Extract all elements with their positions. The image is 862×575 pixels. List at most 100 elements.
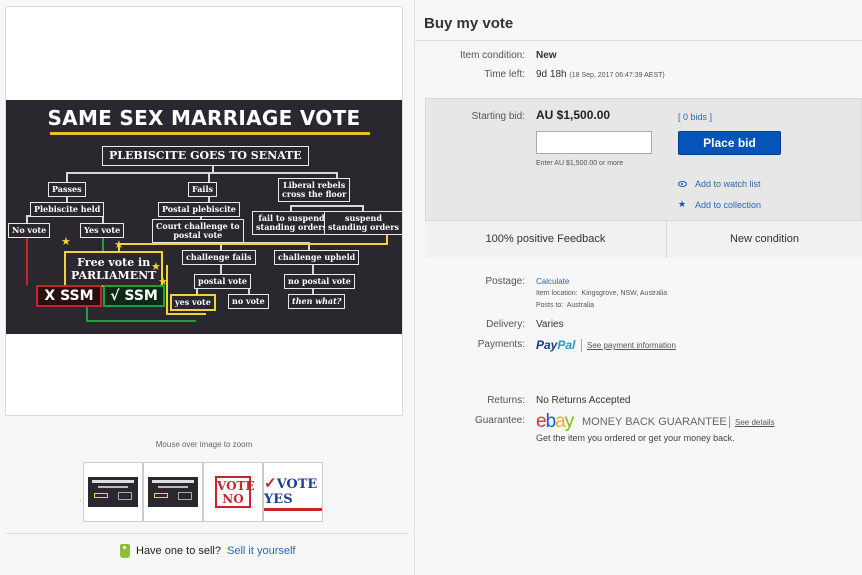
flowchart-title-underline bbox=[50, 132, 370, 135]
main-image-frame[interactable]: SAME SEX MARRIAGE VOTE PLEBISCITE GOES T… bbox=[5, 6, 403, 416]
box-senate: PLEBISCITE GOES TO SENATE bbox=[102, 146, 309, 166]
vote-yes-logo: ✓VOTE YES bbox=[264, 474, 322, 511]
box-free-vote: Free vote in PARLIAMENT bbox=[64, 251, 164, 287]
paypal-logo: PayPal bbox=[536, 338, 575, 352]
box-liberal-rebels-line2: cross the floor bbox=[282, 189, 347, 199]
box-postal-vote: postal vote bbox=[194, 274, 251, 289]
paypal-logo-part1: Pay bbox=[536, 338, 558, 352]
thumbnail-1-image bbox=[88, 477, 138, 507]
star-icon: ★ bbox=[114, 239, 124, 251]
flowchart-image[interactable]: SAME SEX MARRIAGE VOTE PLEBISCITE GOES T… bbox=[6, 100, 402, 334]
condition-label: Item condition: bbox=[459, 50, 525, 61]
add-to-collection-link[interactable]: ★ Add to collection bbox=[678, 199, 761, 210]
thumb-nav-dot: . bbox=[79, 493, 82, 503]
path-highlight bbox=[118, 243, 386, 245]
starting-bid-price: AU $1,500.00 bbox=[536, 108, 611, 122]
box-passes: Passes bbox=[48, 182, 86, 197]
delivery-value: Varies bbox=[536, 319, 564, 330]
box-challenge-upheld: challenge upheld bbox=[274, 250, 360, 265]
connector bbox=[208, 172, 210, 182]
add-to-watch-list-link[interactable]: Add to watch list bbox=[678, 179, 761, 189]
connector bbox=[66, 172, 338, 174]
positive-feedback: 100% positive Feedback bbox=[485, 233, 606, 245]
payment-information-link[interactable]: See payment information bbox=[587, 341, 676, 350]
box-yes-vote: Yes vote bbox=[80, 223, 125, 238]
bid-hint: Enter AU $1,500.00 or more bbox=[536, 160, 624, 167]
money-back-guarantee: MONEY BACK GUARANTEE bbox=[582, 416, 727, 428]
item-title: Buy my vote bbox=[424, 15, 514, 32]
condition-value: New bbox=[536, 50, 557, 61]
box-fails: Fails bbox=[188, 182, 218, 197]
star-icon: ★ bbox=[158, 276, 168, 288]
box-free-vote-line1: Free vote in bbox=[77, 256, 151, 269]
sell-prompt-row: Have one to sell? Sell it yourself bbox=[120, 544, 295, 558]
box-check-ssm: √ SSM bbox=[103, 285, 165, 307]
connector bbox=[66, 172, 68, 182]
box-postal-plebiscite: Postal plebiscite bbox=[158, 202, 240, 217]
add-to-collection-label: Add to collection bbox=[695, 199, 762, 210]
place-bid-button[interactable]: Place bid bbox=[678, 131, 781, 155]
thumbnail-4[interactable]: ✓VOTE YES bbox=[263, 462, 323, 522]
posts-to: Posts to: Australia bbox=[536, 302, 594, 309]
item-location: Item location: Kingsgrove, NSW, Australi… bbox=[536, 290, 667, 297]
time-left-value: 9d 18h (18 Sep, 2017 06:47:39 AEST) bbox=[536, 69, 665, 80]
ebay-logo: ebay bbox=[536, 411, 574, 433]
box-then-what: then what? bbox=[288, 294, 346, 309]
box-yes-vote-small: yes vote bbox=[170, 294, 216, 311]
thumbnail-strip: VOTE NO ✓VOTE YES bbox=[83, 462, 323, 522]
guarantee-description: Get the item you ordered or get your mon… bbox=[536, 433, 735, 443]
path-yes bbox=[86, 320, 196, 322]
flowchart-title: SAME SEX MARRIAGE VOTE bbox=[47, 106, 361, 130]
box-challenge-fails: challenge fails bbox=[182, 250, 256, 265]
time-left-remaining: 9d 18h bbox=[536, 69, 567, 80]
see-details-link[interactable]: See details bbox=[735, 418, 775, 427]
time-left-detail: (18 Sep, 2017 06:47:39 AEST) bbox=[569, 72, 665, 79]
box-fail-suspend-line2: standing orders bbox=[256, 222, 327, 232]
box-free-vote-line2: PARLIAMENT bbox=[71, 269, 157, 282]
box-x-ssm: X SSM bbox=[36, 285, 102, 307]
connector bbox=[26, 215, 28, 223]
box-no-postal-vote: no postal vote bbox=[284, 274, 355, 289]
sell-prompt: Have one to sell? bbox=[136, 545, 221, 557]
posts-to-value: Australia bbox=[566, 302, 594, 309]
payment-separator bbox=[581, 339, 582, 352]
ebay-logo-e: e bbox=[536, 411, 547, 432]
guarantee-separator bbox=[729, 416, 730, 428]
zoom-hint: Mouse over image to zoom bbox=[155, 440, 253, 449]
delivery-label: Delivery: bbox=[486, 319, 525, 330]
box-suspend-line2: standing orders bbox=[328, 222, 399, 232]
thumbnail-2[interactable] bbox=[143, 462, 203, 522]
ebay-logo-y: y bbox=[564, 411, 574, 432]
box-no-vote: No vote bbox=[8, 223, 51, 238]
box-liberal-rebels: Liberal rebels cross the floor bbox=[278, 178, 351, 202]
box-court-challenge-line2: postal vote bbox=[173, 230, 223, 240]
postage-label: Postage: bbox=[485, 276, 525, 287]
star-icon: ★ bbox=[61, 236, 71, 248]
vote-no-stamp: VOTE NO bbox=[215, 476, 255, 508]
vote-no-line2: NO bbox=[222, 492, 244, 506]
thumbnail-1[interactable] bbox=[83, 462, 143, 522]
returns-label: Returns: bbox=[487, 395, 525, 406]
returns-value: No Returns Accepted bbox=[536, 395, 631, 406]
eye-icon bbox=[678, 181, 687, 187]
bid-amount-input[interactable] bbox=[536, 131, 652, 154]
posts-to-label: Posts to: bbox=[536, 302, 564, 309]
box-no-vote-small: no vote bbox=[228, 294, 269, 309]
item-location-value: Kingsgrove, NSW, Australia bbox=[581, 290, 668, 297]
box-court-challenge: Court challenge to postal vote bbox=[152, 219, 244, 243]
bids-count-link[interactable]: [ 0 bids ] bbox=[678, 112, 712, 122]
postage-calculate-link[interactable]: Calculate bbox=[536, 277, 569, 286]
star-icon: ★ bbox=[151, 261, 161, 273]
time-left-label: Time left: bbox=[484, 69, 525, 80]
sell-it-yourself-link[interactable]: Sell it yourself bbox=[227, 545, 295, 557]
path-no bbox=[26, 233, 28, 285]
path-yes bbox=[86, 307, 88, 321]
ebay-logo-a: a bbox=[555, 411, 566, 432]
connector bbox=[290, 205, 362, 207]
item-location-label: Item location: bbox=[536, 290, 578, 297]
thumbnail-3[interactable]: VOTE NO bbox=[203, 462, 263, 522]
add-to-watch-list-label: Add to watch list bbox=[695, 179, 761, 189]
condition-badge: New condition bbox=[729, 233, 800, 245]
price-tag-icon bbox=[120, 544, 130, 558]
star-icon: ★ bbox=[678, 199, 687, 209]
